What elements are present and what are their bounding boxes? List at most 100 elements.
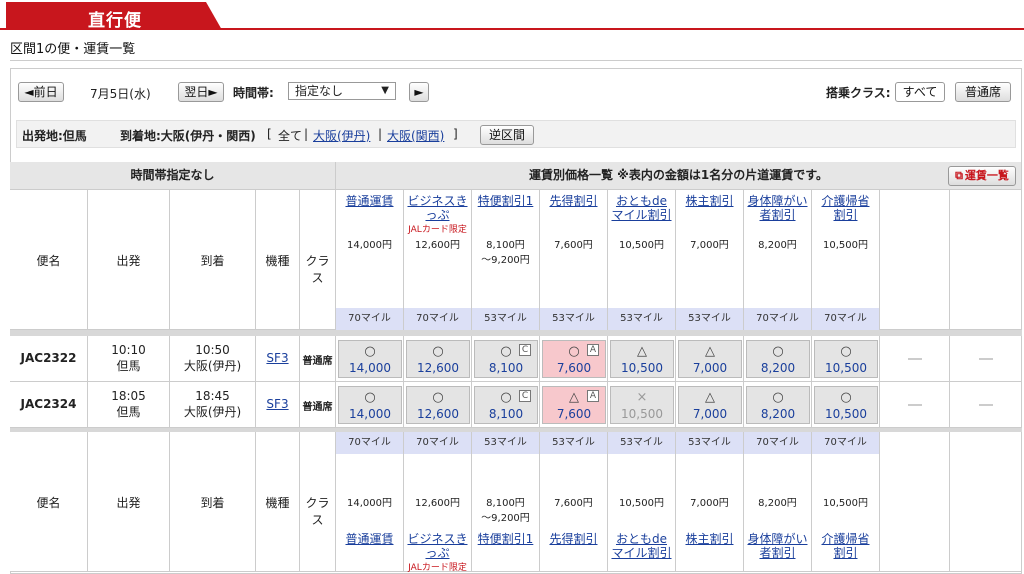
availability-icon: △ (637, 344, 647, 359)
fare-select-button[interactable]: ○ 7,600 A (542, 340, 606, 378)
column-header-label: 出発 (116, 496, 141, 510)
fare-name: 普通運賃 (345, 194, 394, 208)
dest-all: 全て (278, 129, 303, 143)
fare-select-button[interactable]: △ 7,000 (678, 340, 742, 378)
flight-number-cell: JAC2324 (10, 382, 88, 428)
fare-select-button[interactable]: △ 7,000 (678, 386, 742, 424)
fare-name-line2: マイル割引 (611, 546, 672, 560)
fare-name-link[interactable]: 株主割引 (676, 194, 743, 208)
fare-select-button[interactable]: △ 10,500 (610, 340, 674, 378)
fare-name-link[interactable]: ビジネスきっぷ JALカード限定 (404, 194, 471, 235)
fare-select-button[interactable]: ○ 14,000 (338, 386, 402, 424)
fare-name-link[interactable]: ビジネスきっぷ JALカード限定 (404, 532, 471, 573)
dest-kansai-link[interactable]: 大阪(関西) (387, 127, 444, 144)
fare-name: 株主割引 (685, 194, 734, 208)
fare-select-button[interactable]: ○ 10,500 (814, 386, 878, 424)
fare-name-link[interactable]: 身体障がい 者割引 (744, 532, 811, 560)
availability-icon: ○ (432, 390, 444, 405)
fare-name-link[interactable]: 介護帰省 割引 (812, 532, 879, 560)
fare-column-header: 株主割引 7,000円 53マイル (676, 432, 744, 572)
fare-list-button[interactable]: ⧉ 運賃一覧 (948, 166, 1016, 186)
dest-label: 到着地:大阪(伊丹・関西) (120, 129, 256, 143)
tab-direct-flight[interactable]: 直行便 (6, 2, 222, 30)
arrive-place: 大阪(伊丹) (183, 405, 242, 419)
fare-cell: ○ 8,100 C (472, 336, 540, 382)
fare-price: 7,600円 (540, 236, 607, 251)
fare-name-link[interactable]: 身体障がい 者割引 (744, 194, 811, 222)
fare-name: 介護帰省 (821, 194, 870, 208)
time-select[interactable]: 指定なし ▼ (288, 82, 396, 100)
fare-name-link[interactable]: 特便割引1 (472, 532, 539, 546)
arrive-time: 18:45 (195, 389, 230, 403)
fare-select-button[interactable]: ○ 8,100 C (474, 386, 538, 424)
fare-select-button[interactable]: △ 7,600 A (542, 386, 606, 424)
fare-column-header: 身体障がい 者割引 8,200円 70マイル (744, 432, 812, 572)
fare-select-button[interactable]: ○ 14,000 (338, 340, 402, 378)
fare-select-button[interactable]: ○ 10,500 (814, 340, 878, 378)
next-day-button[interactable]: 翌日► (178, 82, 224, 102)
class-label: 搭乗クラス: (826, 86, 891, 100)
fare-column-header: 先得割引 7,600円 53マイル (540, 190, 608, 330)
time-label: 時間帯: (233, 86, 274, 100)
fare-price-value: 7,000円 (690, 498, 729, 509)
fare-select-button[interactable]: ○ 8,200 (746, 340, 810, 378)
column-header-aircraft: 機種 (256, 432, 300, 572)
fare-price: 8,200円 (744, 494, 811, 509)
arrive-info: 18:45 大阪(伊丹) (170, 388, 255, 420)
fare-badge: C (519, 344, 531, 356)
fare-select-button[interactable]: ○ 12,600 (406, 386, 470, 424)
availability-icon: △ (705, 344, 715, 359)
fare-price: 7,600円 (540, 494, 607, 509)
dest-itami-link[interactable]: 大阪(伊丹) (313, 127, 370, 144)
fare-mile: 70マイル (404, 432, 471, 454)
availability-icon: △ (705, 390, 715, 405)
fare-name: ビジネスきっぷ (407, 532, 468, 560)
fare-price-range: ～9,200円 (481, 513, 530, 524)
fare-name-link[interactable]: 先得割引 (540, 194, 607, 208)
fare-cell: ○ 12,600 (404, 336, 472, 382)
fare-name-link[interactable]: 特便割引1 (472, 194, 539, 208)
fare-name-link[interactable]: おともde マイル割引 (608, 194, 675, 222)
dash-icon (908, 404, 922, 406)
fare-select-button: × 10,500 (610, 386, 674, 424)
aircraft-link[interactable]: SF3 (256, 397, 299, 411)
column-header-label: 便名 (36, 254, 61, 268)
fare-price-value: 8,100円 (486, 498, 525, 509)
class-all-button[interactable]: すべて (895, 82, 945, 102)
fare-badge: A (587, 344, 599, 356)
fare-select-button[interactable]: ○ 12,600 (406, 340, 470, 378)
availability-icon: ○ (772, 390, 784, 405)
fare-name-link[interactable]: 先得割引 (540, 532, 607, 546)
fare-amount: 10,500 (621, 407, 663, 421)
fare-price-value: 14,000円 (347, 240, 392, 251)
fare-name-link[interactable]: 普通運賃 (336, 194, 403, 208)
fare-price-value: 10,500円 (823, 240, 868, 251)
fare-name-link[interactable]: おともde マイル割引 (608, 532, 675, 560)
fare-name-line2: マイル割引 (611, 208, 672, 222)
fare-table: 時間帯指定なし 運賃別価格一覧 ※表内の金額は1名分の片道運賃です。 ⧉ 運賃一覧 便名… (10, 162, 1022, 573)
fare-column-header: 普通運賃 14,000円 70マイル (336, 190, 404, 330)
fare-select-button[interactable]: ○ 8,100 C (474, 340, 538, 378)
tab-title: 直行便 (88, 11, 142, 31)
aircraft-link[interactable]: SF3 (256, 351, 299, 365)
fare-cell: △ 7,000 (676, 382, 744, 428)
fare-cell: △ 7,600 A (540, 382, 608, 428)
fare-mile: 53マイル (472, 308, 539, 330)
fare-name: おともde (615, 194, 667, 208)
fare-price: 7,000円 (676, 236, 743, 251)
fare-amount: 12,600 (417, 361, 459, 375)
prev-day-button[interactable]: ◄前日 (18, 82, 64, 102)
fare-select-button[interactable]: ○ 8,200 (746, 386, 810, 424)
fare-price-value: 8,200円 (758, 240, 797, 251)
fare-price-value: 10,500円 (619, 498, 664, 509)
fare-name: 株主割引 (685, 532, 734, 546)
fare-cell: ○ 10,500 (812, 382, 880, 428)
fare-name-link[interactable]: 株主割引 (676, 532, 743, 546)
fare-name-link[interactable]: 普通運賃 (336, 532, 403, 546)
class-regular-button[interactable]: 普通席 (955, 82, 1011, 102)
fare-price-value: 8,200円 (758, 498, 797, 509)
class-cell: 普通席 (300, 336, 336, 382)
time-go-button[interactable]: ► (409, 82, 429, 102)
reverse-route-button[interactable]: 逆区間 (480, 125, 534, 145)
fare-name-link[interactable]: 介護帰省 割引 (812, 194, 879, 222)
